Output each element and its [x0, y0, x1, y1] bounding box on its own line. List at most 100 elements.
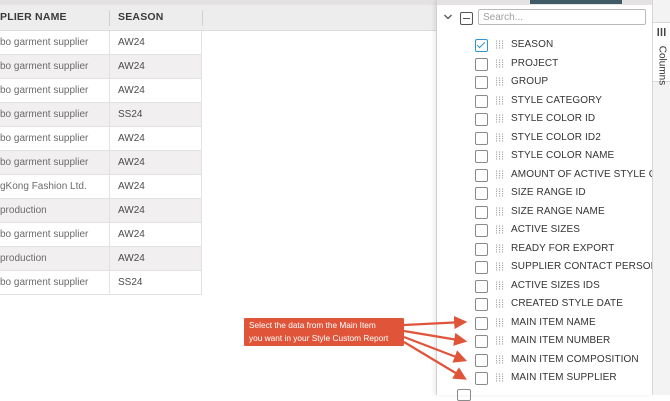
column-list-item[interactable]: SEASON — [437, 36, 653, 55]
drag-handle-icon[interactable] — [495, 133, 504, 142]
table-row[interactable]: bo garment supplier SS24 — [0, 271, 202, 295]
column-checkbox[interactable] — [475, 94, 488, 108]
column-checkbox[interactable] — [475, 298, 488, 311]
drag-handle-icon[interactable] — [495, 96, 504, 105]
supplier-name-cell[interactable]: bo garment supplier — [0, 103, 110, 126]
header-divider[interactable] — [202, 10, 203, 26]
season-cell[interactable]: AW24 — [118, 247, 145, 270]
supplier-name-cell[interactable]: production — [0, 247, 110, 270]
column-checkbox[interactable] — [475, 131, 488, 145]
table-row[interactable]: bo garment supplier AW24 — [0, 127, 202, 151]
column-checkbox[interactable] — [475, 113, 488, 126]
column-list-item[interactable]: MAIN ITEM SUPPLIER — [437, 369, 653, 388]
season-cell[interactable]: AW24 — [118, 175, 145, 198]
grid-body: bo garment supplier AW24 bo garment suppli… — [0, 31, 202, 295]
drag-handle-icon[interactable] — [495, 373, 504, 382]
table-row[interactable]: production AW24 — [0, 199, 202, 223]
table-row[interactable]: bo garment supplier AW24 — [0, 55, 202, 79]
drag-handle-icon[interactable] — [495, 355, 504, 364]
supplier-name-cell[interactable]: bo garment supplier — [0, 127, 110, 150]
column-list-item[interactable]: CREATED STYLE DATE — [437, 295, 653, 314]
column-checkbox[interactable] — [475, 57, 488, 71]
column-checkbox[interactable] — [475, 279, 488, 293]
column-checkbox[interactable] — [475, 224, 488, 237]
drag-handle-icon[interactable] — [495, 151, 504, 160]
supplier-name-cell[interactable]: gKong Fashion Ltd. — [0, 175, 110, 198]
supplier-name-cell[interactable]: production — [0, 199, 110, 222]
drag-handle-icon[interactable] — [495, 170, 504, 179]
season-cell[interactable]: AW24 — [118, 79, 145, 102]
column-list-item[interactable]: STYLE COLOR NAME — [437, 147, 653, 166]
supplier-name-cell[interactable]: bo garment supplier — [0, 55, 110, 78]
column-list-item[interactable]: GROUP — [437, 73, 653, 92]
drag-handle-icon[interactable] — [495, 318, 504, 327]
column-list-item[interactable]: ACTIVE SIZES IDS — [437, 277, 653, 296]
chevron-down-icon[interactable] — [443, 12, 453, 22]
column-list-item[interactable]: MAIN ITEM NUMBER — [437, 332, 653, 351]
partial-checkbox[interactable] — [457, 389, 471, 401]
table-row[interactable]: bo garment supplier AW24 — [0, 223, 202, 247]
column-checkbox[interactable] — [475, 205, 488, 219]
supplier-name-cell[interactable]: bo garment supplier — [0, 31, 110, 54]
season-cell[interactable]: AW24 — [118, 223, 145, 246]
column-checkbox[interactable] — [475, 353, 488, 367]
column-checkbox[interactable] — [475, 242, 488, 256]
supplier-name-cell[interactable]: bo garment supplier — [0, 79, 110, 102]
column-checkbox[interactable] — [475, 335, 488, 348]
drag-handle-icon[interactable] — [495, 207, 504, 216]
drag-handle-icon[interactable] — [495, 188, 504, 197]
season-cell[interactable]: AW24 — [118, 31, 145, 54]
drag-handle-icon[interactable] — [495, 281, 504, 290]
season-cell[interactable]: AW24 — [118, 127, 145, 150]
column-list-item[interactable]: MAIN ITEM NAME — [437, 314, 653, 333]
column-checkbox[interactable] — [475, 261, 488, 274]
column-search-input[interactable] — [478, 9, 646, 25]
column-list-item[interactable]: MAIN ITEM COMPOSITION — [437, 351, 653, 370]
header-season[interactable]: SEASON — [118, 5, 164, 30]
drag-handle-icon[interactable] — [495, 59, 504, 68]
table-row[interactable]: bo garment supplier SS24 — [0, 103, 202, 127]
supplier-name-cell[interactable]: bo garment supplier — [0, 151, 110, 174]
column-list-item[interactable]: SUPPLIER CONTACT PERSON — [437, 258, 658, 277]
header-divider[interactable] — [109, 10, 110, 26]
column-list-item[interactable]: AMOUNT OF ACTIVE STYLE COLC — [437, 166, 670, 185]
header-supplier-name[interactable]: PLIER NAME — [0, 5, 67, 30]
season-cell[interactable]: AW24 — [118, 151, 145, 174]
column-checkbox[interactable] — [475, 316, 488, 330]
drag-handle-icon[interactable] — [495, 114, 504, 123]
drag-handle-icon[interactable] — [495, 299, 504, 308]
column-checkbox[interactable] — [475, 168, 488, 182]
column-list-item[interactable]: PROJECT — [437, 55, 653, 74]
table-row[interactable]: gKong Fashion Ltd. AW24 — [0, 175, 202, 199]
season-cell[interactable]: AW24 — [118, 55, 145, 78]
column-list-item[interactable]: STYLE COLOR ID2 — [437, 129, 653, 148]
column-list-item[interactable]: READY FOR EXPORT — [437, 240, 653, 259]
column-checkbox[interactable] — [475, 150, 488, 163]
season-cell[interactable]: SS24 — [118, 103, 142, 126]
drag-handle-icon[interactable] — [495, 225, 504, 234]
column-checkbox[interactable] — [475, 187, 488, 200]
column-list-item[interactable]: SIZE RANGE ID — [437, 184, 653, 203]
supplier-name-cell[interactable]: bo garment supplier — [0, 223, 110, 246]
table-row[interactable]: bo garment supplier AW24 — [0, 31, 202, 55]
table-row[interactable]: bo garment supplier AW24 — [0, 79, 202, 103]
drag-handle-icon[interactable] — [495, 77, 504, 86]
season-cell[interactable]: SS24 — [118, 271, 142, 294]
column-list-item[interactable]: ACTIVE SIZES — [437, 221, 653, 240]
drag-handle-icon[interactable] — [495, 244, 504, 253]
season-cell[interactable]: AW24 — [118, 199, 145, 222]
table-row[interactable]: production AW24 — [0, 247, 202, 271]
drag-handle-icon[interactable] — [495, 262, 504, 271]
column-checkbox[interactable] — [475, 39, 488, 52]
column-checkbox[interactable] — [475, 372, 488, 385]
columns-side-tab[interactable]: Columns — [653, 22, 670, 85]
column-list-item[interactable]: SIZE RANGE NAME — [437, 203, 653, 222]
drag-handle-icon[interactable] — [495, 336, 504, 345]
table-row[interactable]: bo garment supplier AW24 — [0, 151, 202, 175]
column-list-item[interactable]: STYLE CATEGORY — [437, 92, 653, 111]
column-checkbox[interactable] — [475, 76, 488, 89]
select-all-checkbox[interactable] — [460, 12, 473, 25]
drag-handle-icon[interactable] — [495, 40, 504, 49]
supplier-name-cell[interactable]: bo garment supplier — [0, 271, 110, 294]
column-list-item[interactable]: STYLE COLOR ID — [437, 110, 653, 129]
